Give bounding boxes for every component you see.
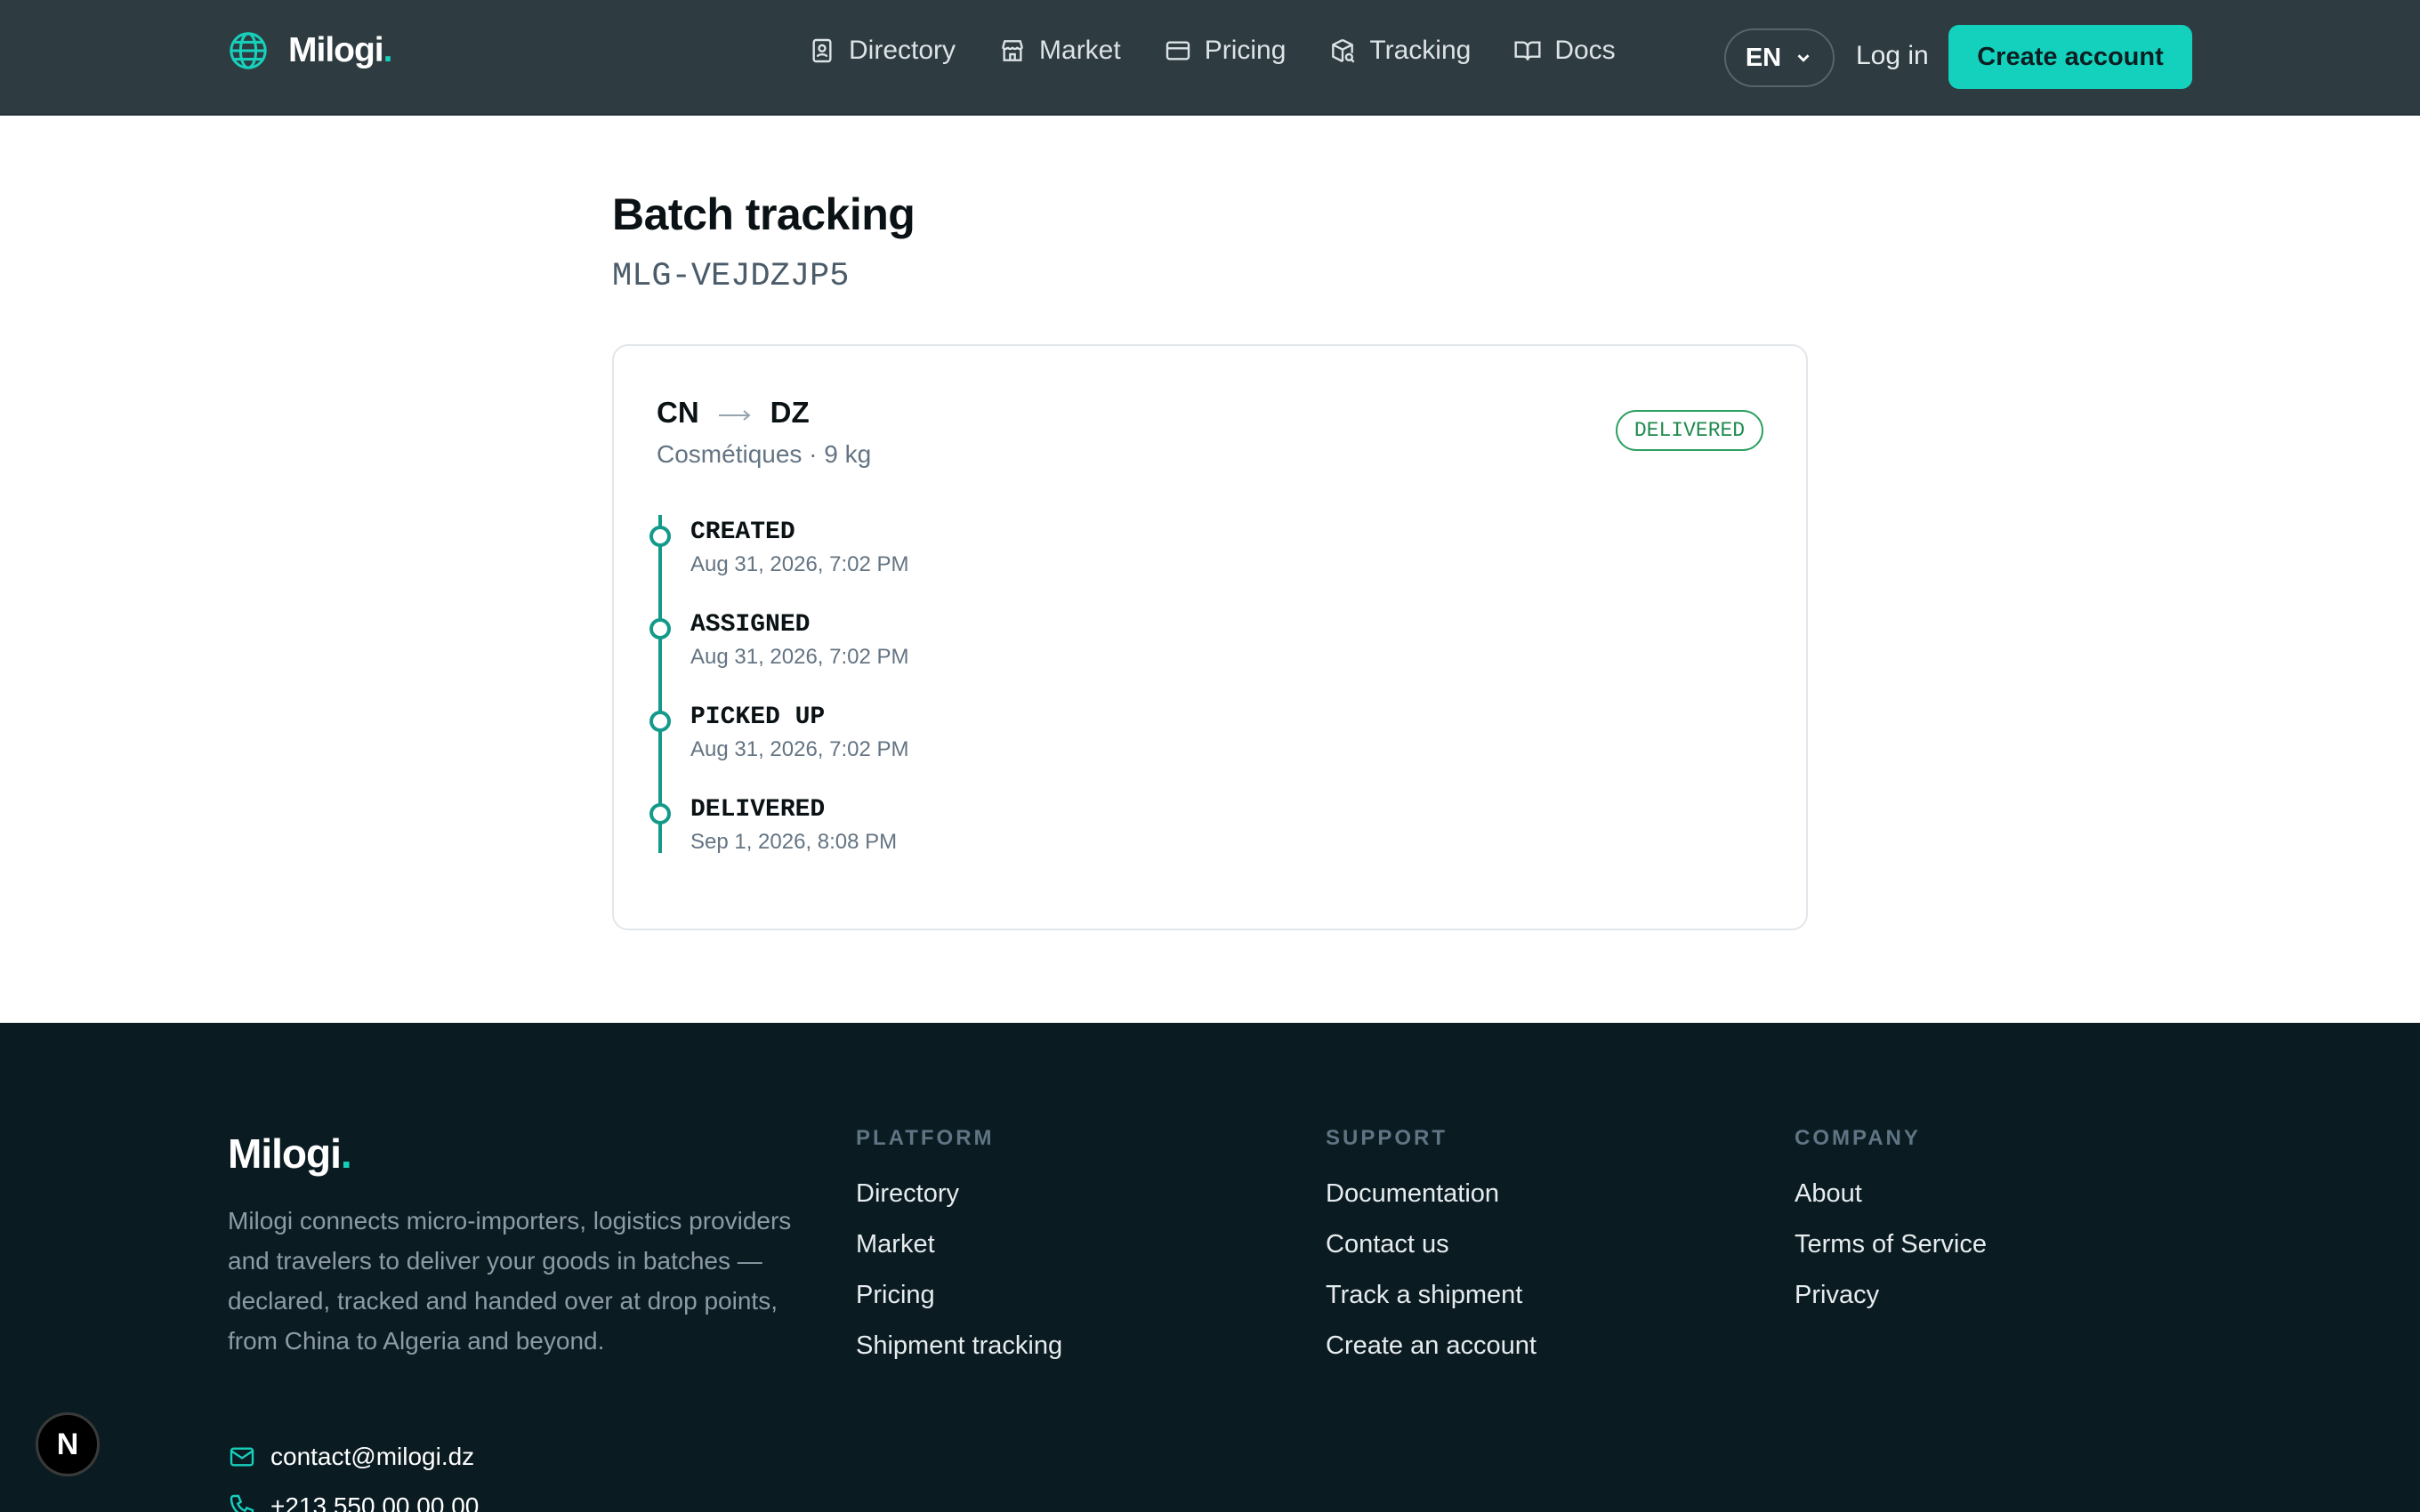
footer-link[interactable]: Pricing: [856, 1281, 1062, 1310]
store-icon: [1002, 40, 1023, 61]
footer-column-company: COMPANY About Terms of Service Privacy: [1795, 1126, 1987, 1331]
footer-column-platform: PLATFORM Directory Market Pricing Shipme…: [856, 1126, 1062, 1382]
footer-link[interactable]: Create an account: [1326, 1331, 1537, 1361]
footer-heading: SUPPORT: [1326, 1126, 1448, 1150]
footer-link[interactable]: Contact us: [1326, 1230, 1537, 1259]
nav-label: Tracking: [1369, 36, 1472, 65]
batch-id: MLG-VEJDZJP5: [612, 258, 850, 295]
nav-item-tracking[interactable]: Tracking: [1328, 36, 1471, 66]
event-label: DELIVERED: [690, 796, 826, 824]
status-badge: DELIVERED: [1616, 410, 1763, 451]
arrow-right-icon: [718, 410, 751, 421]
timeline-event: CREATED Aug 31, 2026, 7:02 PM: [646, 515, 1180, 586]
footer-link[interactable]: Track a shipment: [1326, 1281, 1537, 1310]
batch-card: CN DZ Cosmétiques · 9 kg DELIVERED CREAT…: [612, 344, 1808, 930]
footer-description: Milogi connects micro-importers, logisti…: [228, 1207, 792, 1355]
language-select[interactable]: EN: [1724, 28, 1835, 87]
timeline-event: DELIVERED Sep 1, 2026, 8:08 PM: [646, 792, 1180, 864]
package-search-icon: [1332, 38, 1355, 63]
timeline-event: PICKED UP Aug 31, 2026, 7:02 PM: [646, 700, 1180, 771]
phone-text: +213 550 00 00 00: [270, 1492, 480, 1512]
create-account-button[interactable]: Create account: [1948, 25, 2192, 89]
footer-heading: COMPANY: [1795, 1126, 1921, 1150]
main-nav: Directory Market Pricing Tracking Docs: [808, 36, 1658, 66]
footer-link[interactable]: Market: [856, 1230, 1062, 1259]
credit-card-icon: [1166, 41, 1190, 60]
footer-logo[interactable]: Milogi.: [228, 1130, 352, 1178]
contact-book-icon: [812, 38, 832, 63]
event-time: Sep 1, 2026, 8:08 PM: [690, 830, 898, 854]
status-timeline: CREATED Aug 31, 2026, 7:02 PM ASSIGNED A…: [646, 515, 1180, 854]
brand-logo[interactable]: Milogi.: [228, 30, 392, 71]
nav-item-directory[interactable]: Directory: [808, 36, 956, 66]
nav-label: Market: [1039, 36, 1121, 65]
footer-link[interactable]: Directory: [856, 1179, 1062, 1209]
footer-link[interactable]: Documentation: [1326, 1179, 1537, 1209]
event-label: PICKED UP: [690, 704, 826, 731]
mail-icon: [230, 1447, 254, 1467]
dev-tools-badge[interactable]: N: [36, 1412, 100, 1476]
nav-item-pricing[interactable]: Pricing: [1164, 36, 1287, 66]
email-text: contact@milogi.dz: [270, 1443, 475, 1470]
timeline-event: ASSIGNED Aug 31, 2026, 7:02 PM: [646, 607, 1180, 679]
nav-item-market[interactable]: Market: [998, 36, 1121, 66]
language-value: EN: [1745, 43, 1782, 72]
nav-label: Docs: [1554, 36, 1616, 65]
nav-label: Directory: [849, 36, 956, 65]
footer-email[interactable]: contact@milogi.dz: [228, 1443, 474, 1471]
page-title: Batch tracking: [612, 189, 916, 239]
route-destination: DZ: [770, 396, 810, 429]
event-label: ASSIGNED: [690, 611, 811, 639]
chevron-down-icon: [1797, 54, 1810, 62]
footer-link[interactable]: Privacy: [1795, 1281, 1987, 1310]
footer-link[interactable]: Terms of Service: [1795, 1230, 1987, 1259]
book-icon: [1514, 41, 1541, 60]
site-footer: Milogi. Milogi connects micro-importers,…: [0, 1023, 2420, 1512]
footer-heading: PLATFORM: [856, 1126, 995, 1150]
footer-link[interactable]: Shipment tracking: [856, 1331, 1062, 1361]
timeline-dot: [649, 803, 671, 824]
event-label: CREATED: [690, 519, 795, 546]
batch-meta: Cosmétiques · 9 kg: [657, 440, 872, 468]
route: CN DZ: [657, 396, 810, 430]
footer-column-support: SUPPORT Documentation Contact us Track a…: [1326, 1126, 1537, 1382]
event-time: Aug 31, 2026, 7:02 PM: [690, 737, 909, 761]
nav-label: Pricing: [1204, 36, 1287, 65]
login-link[interactable]: Log in: [1856, 41, 1929, 71]
globe-icon: [230, 32, 267, 69]
event-time: Aug 31, 2026, 7:02 PM: [690, 552, 909, 576]
route-origin: CN: [657, 396, 699, 429]
timeline-dot: [649, 618, 671, 639]
top-navbar: Milogi. Directory Market Pricing Trackin…: [0, 0, 2420, 116]
event-time: Aug 31, 2026, 7:02 PM: [690, 645, 909, 669]
footer-link[interactable]: About: [1795, 1179, 1987, 1209]
nav-item-docs[interactable]: Docs: [1513, 36, 1616, 66]
timeline-dot: [649, 526, 671, 547]
timeline-dot: [649, 711, 671, 732]
footer-phone[interactable]: +213 550 00 00 00: [228, 1492, 479, 1512]
phone-icon: [230, 1494, 254, 1512]
brand-name: Milogi.: [288, 31, 392, 69]
